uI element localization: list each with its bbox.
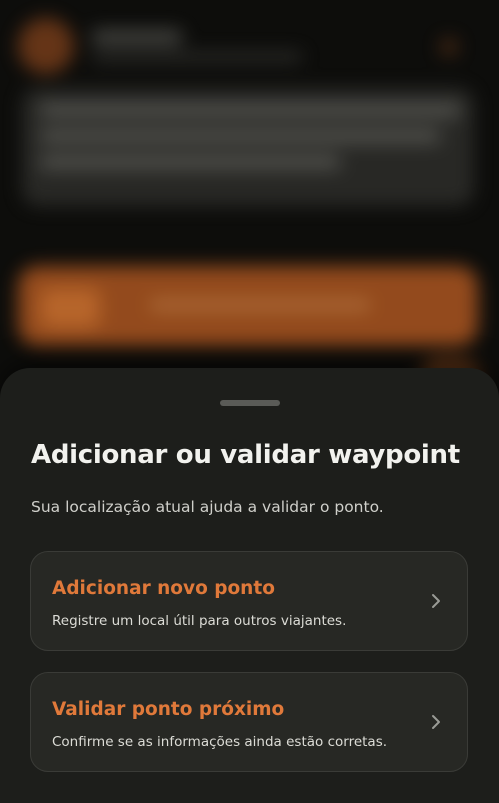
background-action-icon — [40, 288, 100, 328]
waypoint-bottom-sheet: Adicionar ou validar waypoint Sua locali… — [0, 368, 499, 803]
add-new-point-option[interactable]: Adicionar novo ponto Registre um local ú… — [30, 551, 468, 651]
sheet-title: Adicionar ou validar waypoint — [31, 440, 460, 470]
avatar — [18, 18, 74, 74]
chevron-right-icon — [432, 594, 440, 608]
sheet-drag-handle[interactable] — [220, 400, 280, 406]
background-text-line — [40, 156, 340, 168]
background-subtitle-placeholder — [92, 52, 302, 62]
option-description: Confirme se as informações ainda estão c… — [52, 734, 388, 750]
sheet-subtitle: Sua localização atual ajuda a validar o … — [31, 498, 384, 516]
background-menu-icon — [440, 38, 458, 56]
background-text-line — [40, 130, 440, 142]
option-title: Validar ponto próximo — [52, 699, 285, 720]
background-text-line — [40, 104, 460, 116]
option-title: Adicionar novo ponto — [52, 578, 275, 599]
background-action-label — [150, 300, 370, 310]
background-name-placeholder — [92, 30, 182, 44]
option-description: Registre um local útil para outros viaja… — [52, 613, 347, 629]
chevron-right-icon — [432, 715, 440, 729]
validate-nearby-point-option[interactable]: Validar ponto próximo Confirme se as inf… — [30, 672, 468, 772]
